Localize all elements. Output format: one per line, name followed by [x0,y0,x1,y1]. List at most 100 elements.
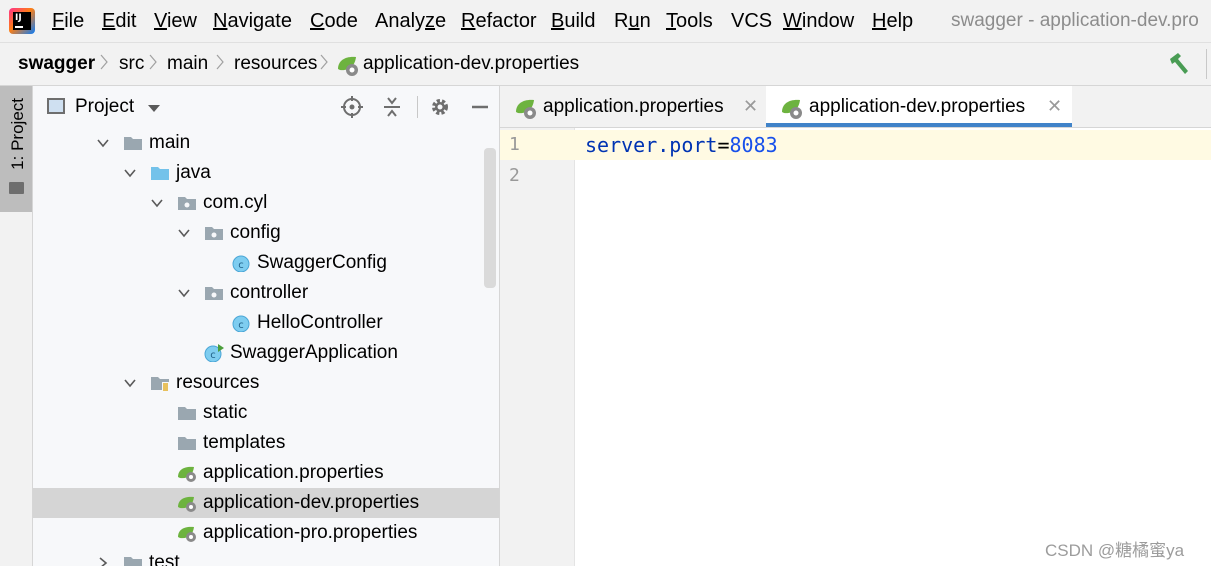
tree-item[interactable]: c HelloController [33,308,499,338]
tree-item-label: SwaggerApplication [230,342,398,363]
intellij-logo-icon[interactable]: IJ [9,8,35,34]
chevron-down-icon[interactable] [178,287,190,299]
project-panel-title[interactable]: Project [75,96,134,118]
breadcrumb-separator-icon [100,54,108,70]
tree-item[interactable]: application-pro.properties [33,518,499,548]
close-icon[interactable]: ✕ [1047,96,1062,117]
code-editor[interactable]: server.port=8083 [575,128,1211,566]
code-line[interactable]: server.port=8083 [585,133,778,157]
breadcrumb-separator-icon [320,54,328,70]
tree-item[interactable]: c SwaggerConfig [33,248,499,278]
folder-icon [178,437,196,450]
breadcrumb-separator-icon [149,54,157,70]
menu-file[interactable]: File [52,10,84,33]
folder-icon [178,407,196,420]
menu-code[interactable]: Code [310,10,358,33]
resources-folder-icon [151,377,169,392]
menu-tools[interactable]: Tools [666,10,713,33]
svg-text:c: c [210,350,216,361]
tree-item-label: resources [176,372,260,393]
tree-item[interactable]: static [33,398,499,428]
spring-properties-icon [782,99,802,119]
tree-item[interactable]: resources [33,368,499,398]
breadcrumb-file[interactable]: application-dev.properties [363,53,579,75]
tree-item[interactable]: c SwaggerApplication [33,338,499,368]
menu-bar: IJ File Edit View Navigate Code Analyze Refact… [0,0,1211,42]
menu-help[interactable]: Help [872,10,913,33]
folder-icon [9,182,24,194]
line-number: 1 [509,134,520,155]
menu-run[interactable]: Run [614,10,651,33]
tree-item[interactable]: controller [33,278,499,308]
tree-item[interactable]: main [33,128,499,158]
project-tool-tab[interactable]: 1: Project [0,86,32,212]
tree-item-label: SwaggerConfig [257,252,387,273]
breadcrumb-src[interactable]: src [119,53,144,75]
spring-properties-icon [178,496,196,512]
tree-item[interactable]: config [33,218,499,248]
locate-file-icon[interactable] [341,96,363,118]
tab-application-dev-properties[interactable]: application-dev.properties ✕ [766,86,1072,127]
property-key: server.port [585,133,718,157]
hide-panel-icon[interactable] [469,96,491,118]
gear-icon[interactable] [429,96,451,118]
menu-vcs[interactable]: VCS [731,10,772,33]
spring-properties-icon [178,526,196,542]
chevron-down-icon[interactable] [124,167,136,179]
menu-edit[interactable]: Edit [102,10,136,33]
chevron-down-icon[interactable] [151,197,163,209]
collapse-all-icon[interactable] [381,96,403,118]
menu-navigate[interactable]: Navigate [213,10,292,33]
menu-build[interactable]: Build [551,10,595,33]
tree-item-label: application-dev.properties [203,492,420,513]
tree-item[interactable]: application-dev.properties [33,488,499,518]
tree-item[interactable]: application.properties [33,458,499,488]
package-icon [205,227,223,240]
tree-item-label: application.properties [203,462,384,483]
breadcrumb-main[interactable]: main [167,53,208,75]
project-panel-header: Project [33,86,499,128]
watermark: CSDN @糖橘蜜ya [1045,541,1185,560]
menu-refactor[interactable]: Refactor [461,10,537,33]
header-divider [417,96,418,118]
package-icon [205,287,223,300]
tree-item[interactable]: test [33,548,499,566]
spring-boot-class-icon: c [204,344,224,362]
menu-view[interactable]: View [154,10,197,33]
breadcrumb-separator-icon [216,54,224,70]
view-selector-chevron-down-icon[interactable] [148,105,160,112]
editor-gutter: 1 2 [500,128,575,566]
tree-item-label: config [230,222,281,243]
project-panel: Project main java com.cyl config c SwaggerCon… [33,86,500,566]
chevron-down-icon[interactable] [124,377,136,389]
tree-item-label: application-pro.properties [203,522,418,543]
chevron-down-icon[interactable] [178,227,190,239]
build-hammer-icon[interactable] [1166,51,1192,77]
folder-icon [124,137,142,150]
tree-scrollbar[interactable] [484,148,496,288]
tab-application-properties[interactable]: application.properties ✕ [500,86,766,127]
property-value: 8083 [729,133,778,157]
project-view-icon [47,98,65,114]
tab-label: application-dev.properties [809,96,1026,117]
close-icon[interactable]: ✕ [743,96,758,117]
tree-item[interactable]: templates [33,428,499,458]
menu-window[interactable]: Window [783,10,854,33]
spring-properties-icon [178,466,196,482]
tree-item-label: HelloController [257,312,383,333]
toolbar-divider [1206,49,1207,79]
breadcrumb-project[interactable]: swagger [18,53,95,75]
tree-item-label: controller [230,282,309,303]
left-tool-stripe: 1: Project [0,86,33,566]
tree-item-label: static [203,402,248,423]
package-icon [178,197,196,210]
tree-item-label: test [149,552,180,566]
tree-item[interactable]: com.cyl [33,188,499,218]
tree-item-label: templates [203,432,286,453]
menu-analyze[interactable]: Analyze [375,10,446,33]
chevron-down-icon[interactable] [97,137,109,149]
tree-item-label: main [149,132,191,153]
tree-item[interactable]: java [33,158,499,188]
breadcrumb-resources[interactable]: resources [234,53,317,75]
chevron-right-icon[interactable] [97,557,109,566]
